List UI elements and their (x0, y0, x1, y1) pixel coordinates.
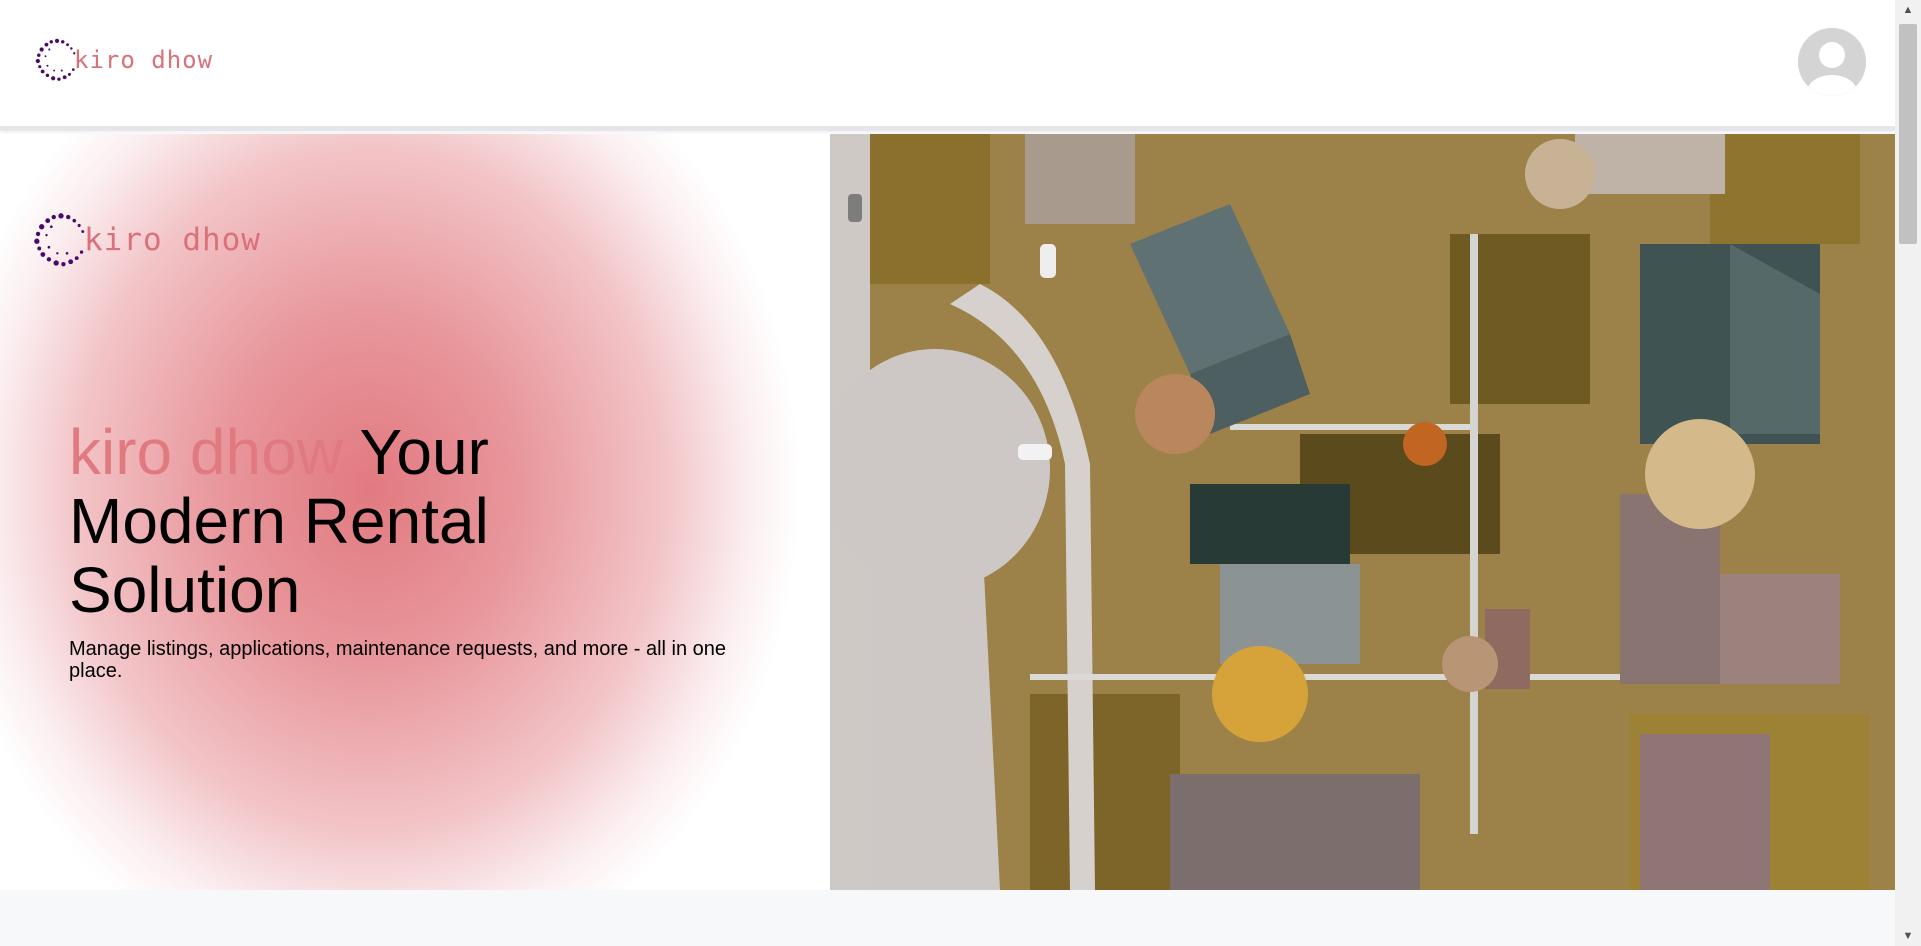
page-scrollbar[interactable]: ▲ ▼ (1895, 0, 1921, 946)
user-avatar-button[interactable] (1798, 28, 1866, 96)
header-logo[interactable]: kiro dhow (34, 36, 213, 84)
scroll-thumb[interactable] (1899, 24, 1917, 244)
hero-logo-text: kiro dhow (84, 222, 261, 258)
page: kiro dhow kiro dhow kiro dhow Your Moder… (0, 0, 1895, 946)
headline-brand: kiro dhow (69, 416, 343, 488)
next-section-edge (0, 890, 1895, 946)
header-logo-text: kiro dhow (74, 46, 214, 74)
top-header: kiro dhow (0, 0, 1895, 131)
aerial-photo-illustration (830, 134, 1895, 890)
hero-logo: kiro dhow (32, 209, 261, 271)
hero-headline: kiro dhow Your Modern Rental Solution (69, 418, 589, 625)
logo-dots-icon (34, 213, 85, 267)
scroll-down-arrow-icon[interactable]: ▼ (1895, 926, 1921, 946)
user-avatar-icon (1798, 28, 1866, 96)
aerial-neighborhood-photo (830, 134, 1895, 890)
scroll-up-arrow-icon[interactable]: ▲ (1895, 0, 1921, 20)
hero-section: kiro dhow kiro dhow Your Modern Rental S… (0, 134, 1895, 890)
hero-subtext: Manage listings, applications, maintenan… (69, 638, 727, 682)
hero-text-panel: kiro dhow kiro dhow Your Modern Rental S… (0, 134, 830, 890)
